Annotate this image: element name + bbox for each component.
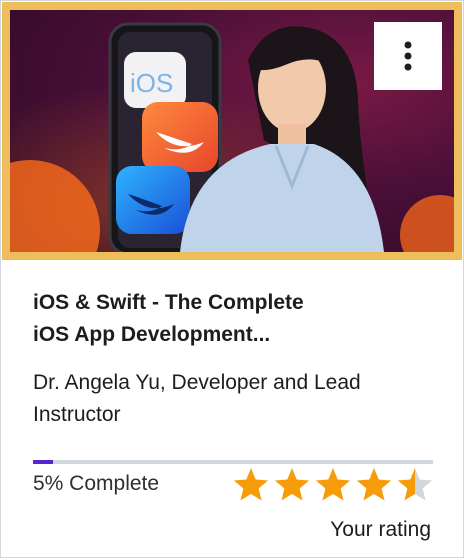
star-rating[interactable] <box>233 466 437 504</box>
course-instructor: Dr. Angela Yu, Developer and Lead Instru… <box>33 371 361 426</box>
star-5-icon[interactable] <box>397 468 433 501</box>
star-2-icon[interactable] <box>274 468 310 501</box>
kebab-menu-icon <box>404 41 412 71</box>
course-title[interactable]: iOS & Swift - The Complete iOS App Devel… <box>33 287 433 351</box>
svg-text:iOS: iOS <box>130 68 173 98</box>
progress-bar-fill <box>33 460 53 464</box>
progress-bar <box>33 460 433 464</box>
rating-label[interactable]: Your rating <box>330 515 431 545</box>
course-card[interactable]: iOS iOS & Swift - The Complete iOS App D… <box>0 0 464 558</box>
star-4-icon[interactable] <box>356 468 392 501</box>
course-options-button[interactable] <box>374 22 442 90</box>
course-thumbnail[interactable]: iOS <box>2 2 462 260</box>
progress-label: 5% Complete <box>33 472 160 495</box>
star-1-icon[interactable] <box>233 468 269 501</box>
star-3-icon[interactable] <box>315 468 351 501</box>
